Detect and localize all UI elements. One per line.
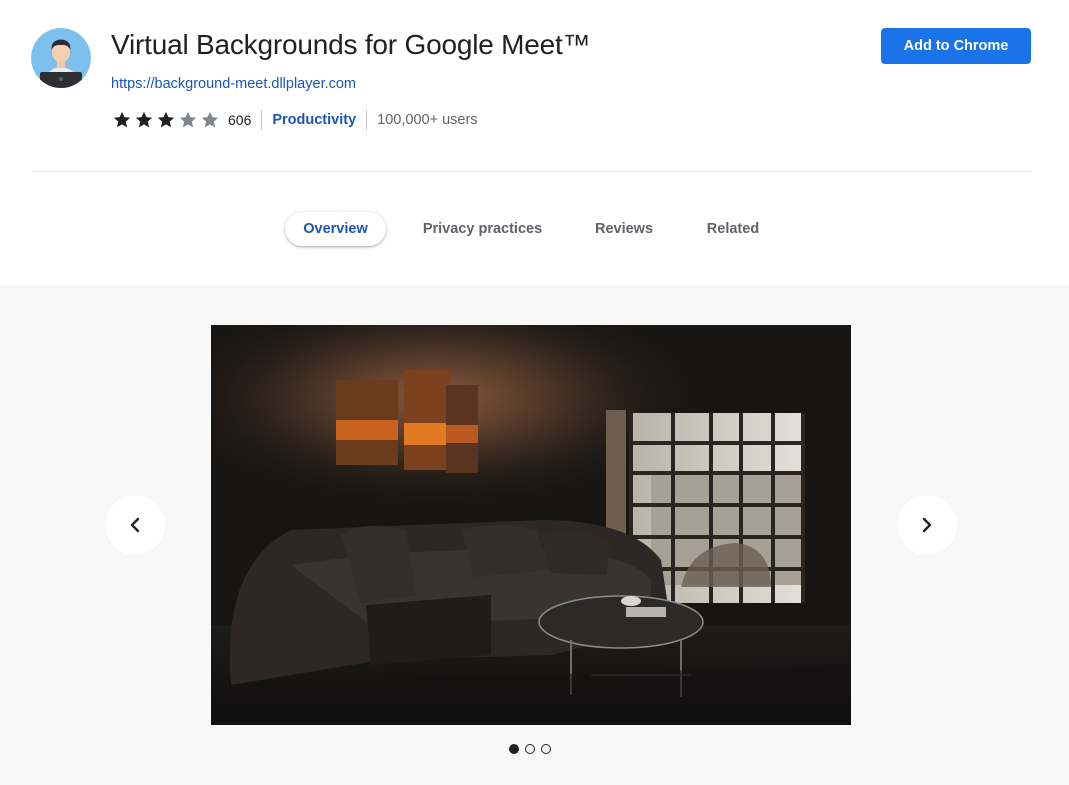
gallery-previous-button[interactable] bbox=[105, 495, 165, 555]
extension-website-link[interactable]: https://background-meet.dllplayer.com bbox=[111, 75, 356, 93]
star-filled-icon bbox=[135, 111, 153, 128]
rating-stars[interactable] bbox=[112, 110, 220, 130]
add-to-chrome-button[interactable]: Add to Chrome bbox=[881, 28, 1031, 64]
tab-bar: Overview Privacy practices Reviews Relat… bbox=[0, 210, 1069, 248]
meta-separator bbox=[366, 110, 368, 130]
gallery-slide-image bbox=[211, 325, 851, 725]
extension-header: Virtual Backgrounds for Google Meet™ htt… bbox=[0, 0, 1069, 172]
gallery-dot[interactable] bbox=[525, 744, 535, 754]
gallery-dot[interactable] bbox=[541, 744, 551, 754]
tab-privacy-practices[interactable]: Privacy practices bbox=[410, 212, 555, 246]
user-count: 100,000+ users bbox=[377, 112, 478, 128]
star-empty-icon bbox=[179, 111, 197, 128]
chevron-left-icon bbox=[130, 517, 140, 533]
gallery-next-button[interactable] bbox=[897, 495, 957, 555]
extension-title: Virtual Backgrounds for Google Meet™ bbox=[111, 29, 591, 60]
gallery-dot[interactable] bbox=[509, 744, 519, 754]
tab-reviews[interactable]: Reviews bbox=[580, 212, 668, 246]
tab-overview[interactable]: Overview bbox=[285, 212, 386, 246]
header-divider bbox=[32, 171, 1031, 172]
star-filled-icon bbox=[157, 111, 175, 128]
person-with-laptop-icon bbox=[31, 28, 91, 88]
meta-separator bbox=[261, 110, 263, 130]
category-link[interactable]: Productivity bbox=[272, 112, 356, 128]
star-filled-icon bbox=[113, 111, 131, 128]
rating-count[interactable]: 606 bbox=[228, 112, 251, 128]
gallery-pagination-dots bbox=[509, 744, 551, 754]
star-empty-icon bbox=[201, 111, 219, 128]
chevron-right-icon bbox=[922, 517, 932, 533]
tab-related[interactable]: Related bbox=[693, 212, 773, 246]
screenshot-gallery bbox=[0, 285, 1069, 785]
extension-meta-row: 606 Productivity 100,000+ users bbox=[112, 108, 478, 132]
